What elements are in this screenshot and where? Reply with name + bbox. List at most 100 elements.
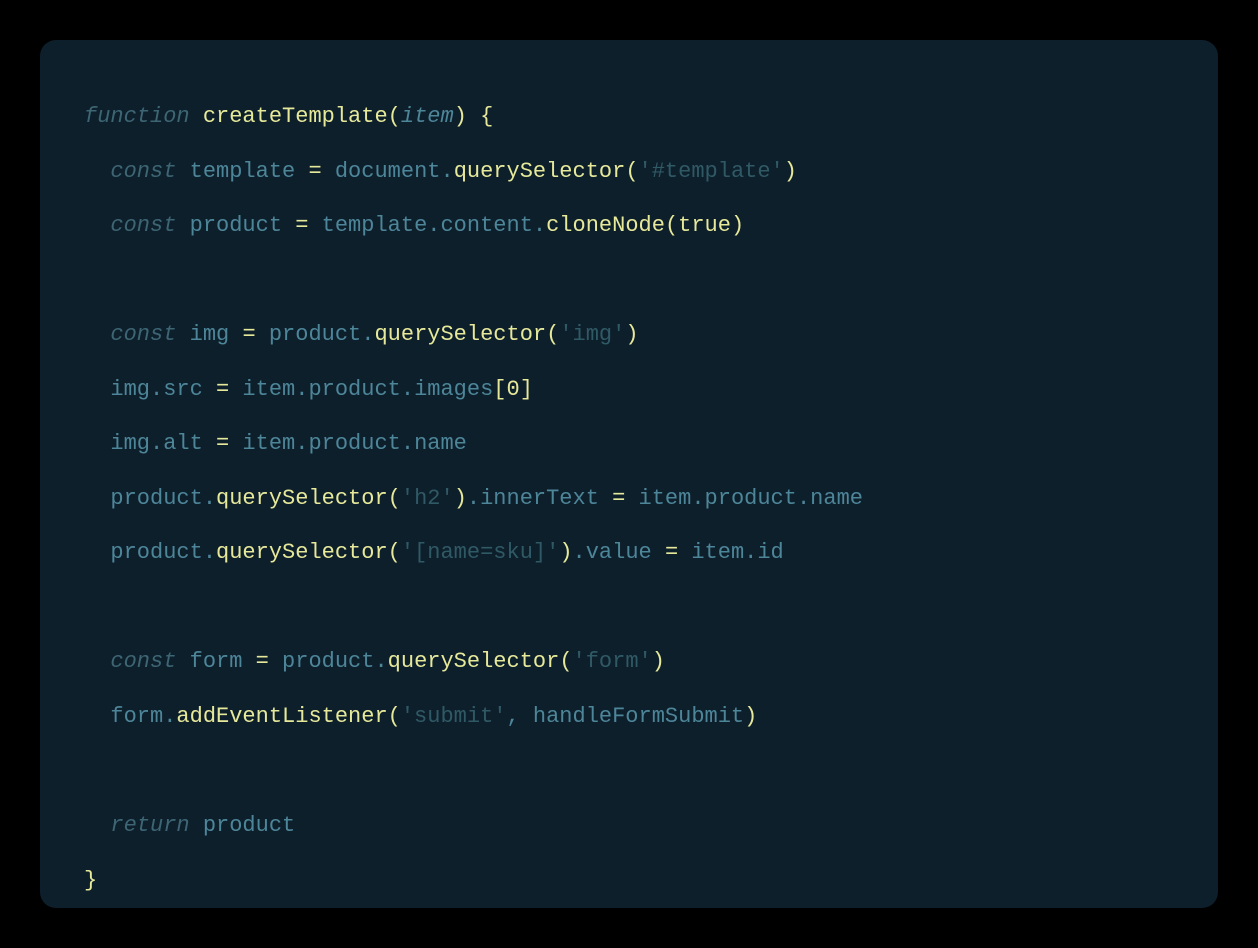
property: product bbox=[308, 431, 400, 456]
string: 'form' bbox=[573, 649, 652, 674]
bracket: [ bbox=[493, 377, 506, 402]
property: innerText bbox=[480, 486, 612, 511]
identifier: product bbox=[110, 486, 202, 511]
code-block: function createTemplate(item) { const te… bbox=[40, 40, 1218, 908]
dot: . bbox=[691, 486, 704, 511]
paren: ) bbox=[454, 104, 467, 129]
property: images bbox=[414, 377, 493, 402]
function-name: createTemplate bbox=[203, 104, 388, 129]
dot: . bbox=[150, 377, 163, 402]
string: 'h2' bbox=[401, 486, 454, 511]
keyword-const: const bbox=[110, 322, 176, 347]
number: 0 bbox=[507, 377, 520, 402]
property: product bbox=[705, 486, 797, 511]
paren: ( bbox=[665, 213, 678, 238]
identifier: product bbox=[269, 649, 375, 674]
parameter: item bbox=[401, 104, 454, 129]
string: '#template' bbox=[639, 159, 784, 184]
dot: . bbox=[744, 540, 757, 565]
dot: . bbox=[150, 431, 163, 456]
identifier: img bbox=[110, 431, 150, 456]
string: '[name=sku]' bbox=[401, 540, 559, 565]
dot: . bbox=[361, 322, 374, 347]
paren: ) bbox=[652, 649, 665, 674]
method: querySelector bbox=[454, 159, 626, 184]
identifier: product bbox=[256, 322, 362, 347]
dot: . bbox=[440, 159, 453, 184]
keyword-const: const bbox=[110, 649, 176, 674]
method: querySelector bbox=[216, 486, 388, 511]
variable: form bbox=[176, 649, 255, 674]
paren: ( bbox=[388, 540, 401, 565]
dot: . bbox=[797, 486, 810, 511]
bracket: ] bbox=[520, 377, 533, 402]
paren: ) bbox=[744, 704, 757, 729]
property: id bbox=[757, 540, 783, 565]
method: querySelector bbox=[374, 322, 546, 347]
identifier: img bbox=[110, 377, 150, 402]
boolean: true bbox=[678, 213, 731, 238]
brace: } bbox=[84, 868, 97, 893]
identifier: product bbox=[190, 813, 296, 838]
dot: . bbox=[401, 431, 414, 456]
dot: . bbox=[401, 377, 414, 402]
identifier: item bbox=[229, 377, 295, 402]
string: 'submit' bbox=[401, 704, 507, 729]
paren: ) bbox=[454, 486, 467, 511]
identifier: handleFormSubmit bbox=[533, 704, 744, 729]
operator: = bbox=[295, 213, 308, 238]
property: alt bbox=[163, 431, 216, 456]
operator: = bbox=[216, 431, 229, 456]
identifier: form bbox=[110, 704, 163, 729]
keyword-const: const bbox=[110, 159, 176, 184]
method: querySelector bbox=[388, 649, 560, 674]
paren: ( bbox=[388, 486, 401, 511]
property: value bbox=[586, 540, 665, 565]
method: querySelector bbox=[216, 540, 388, 565]
operator: = bbox=[242, 322, 255, 347]
identifier: item bbox=[625, 486, 691, 511]
dot: . bbox=[203, 486, 216, 511]
operator: = bbox=[612, 486, 625, 511]
identifier: product bbox=[110, 540, 202, 565]
comma: , bbox=[506, 704, 532, 729]
property: name bbox=[810, 486, 863, 511]
operator: = bbox=[665, 540, 678, 565]
keyword-return: return bbox=[110, 813, 189, 838]
operator: = bbox=[308, 159, 321, 184]
brace: { bbox=[467, 104, 493, 129]
dot: . bbox=[427, 213, 440, 238]
variable: img bbox=[176, 322, 242, 347]
property: src bbox=[163, 377, 216, 402]
dot: . bbox=[295, 377, 308, 402]
keyword-function: function bbox=[84, 104, 190, 129]
variable: product bbox=[176, 213, 295, 238]
paren: ( bbox=[388, 704, 401, 729]
operator: = bbox=[256, 649, 269, 674]
identifier: item bbox=[678, 540, 744, 565]
paren: ( bbox=[559, 649, 572, 674]
identifier: document bbox=[322, 159, 441, 184]
dot: . bbox=[203, 540, 216, 565]
identifier: item bbox=[229, 431, 295, 456]
variable: template bbox=[176, 159, 308, 184]
paren: ) bbox=[625, 322, 638, 347]
property: content bbox=[440, 213, 532, 238]
dot: . bbox=[163, 704, 176, 729]
dot: . bbox=[533, 213, 546, 238]
dot: . bbox=[573, 540, 586, 565]
keyword-const: const bbox=[110, 213, 176, 238]
property: name bbox=[414, 431, 467, 456]
method: cloneNode bbox=[546, 213, 665, 238]
operator: = bbox=[216, 377, 229, 402]
paren: ) bbox=[559, 540, 572, 565]
dot: . bbox=[295, 431, 308, 456]
paren: ( bbox=[388, 104, 401, 129]
dot: . bbox=[467, 486, 480, 511]
property: product bbox=[308, 377, 400, 402]
dot: . bbox=[374, 649, 387, 674]
paren: ( bbox=[625, 159, 638, 184]
paren: ) bbox=[784, 159, 797, 184]
code-content: function createTemplate(item) { const te… bbox=[84, 90, 1174, 908]
string: 'img' bbox=[559, 322, 625, 347]
